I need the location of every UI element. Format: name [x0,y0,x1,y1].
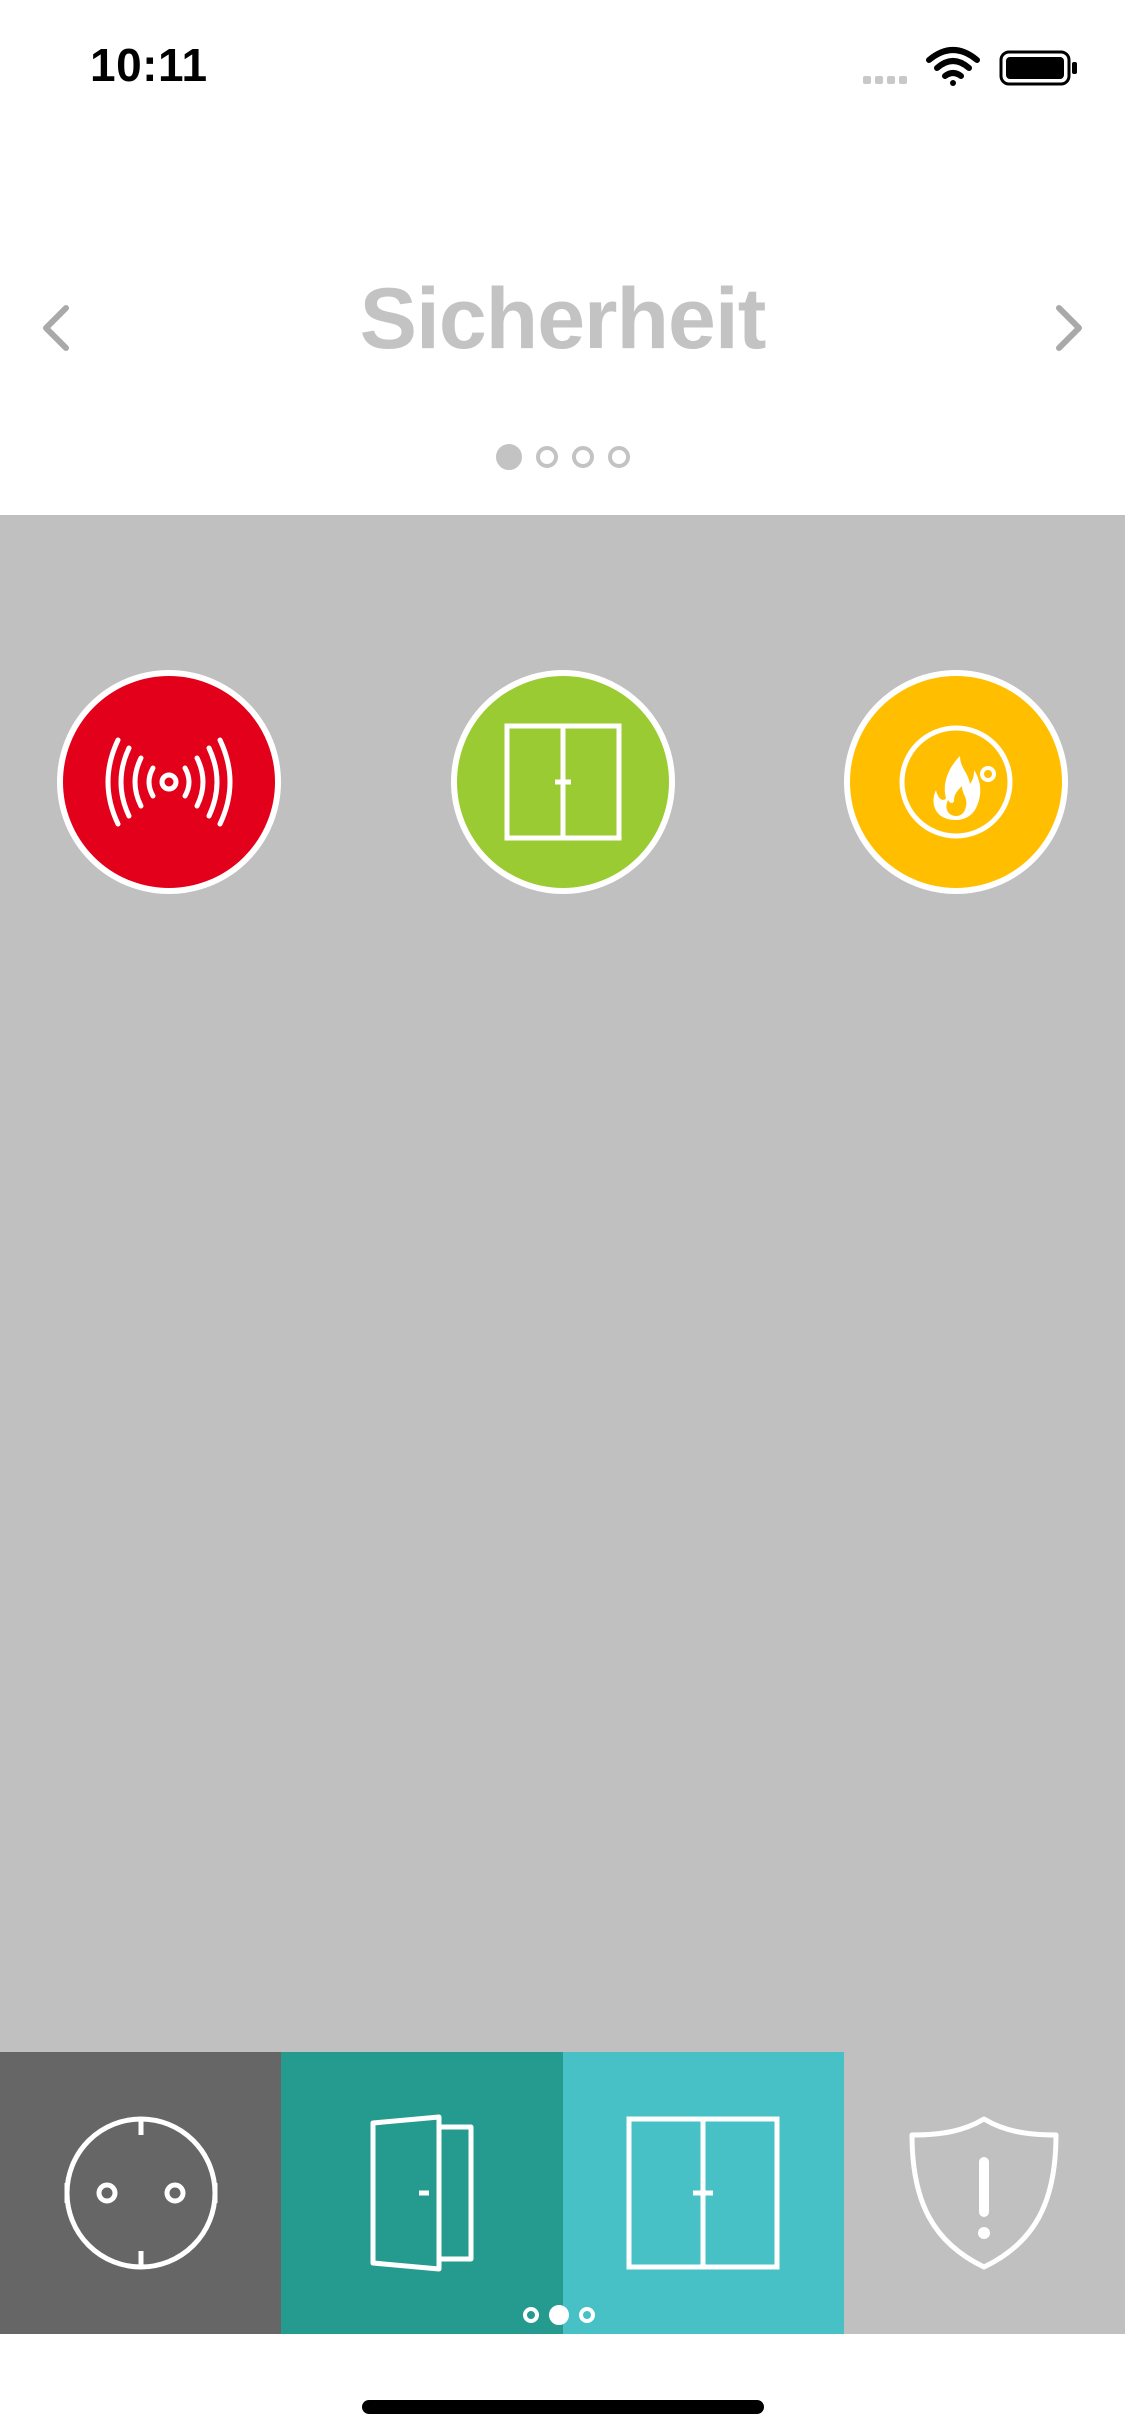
tab-door[interactable] [281,2052,563,2334]
window-device-button[interactable] [451,670,675,894]
page-title: Sicherheit [359,271,767,367]
smoke-detector-device-button[interactable] [844,670,1068,894]
power-outlet-icon [64,2116,218,2270]
bottom-pager-dot[interactable] [523,2307,539,2323]
status-time: 10:11 [90,39,208,91]
page-dot[interactable] [571,446,594,468]
alarm-device-button[interactable] [57,670,281,894]
window-icon [504,723,622,841]
bottom-tab-bar [0,2052,1125,2334]
tab-outlet[interactable] [0,2052,282,2334]
signal-icon [863,76,907,84]
wifi-icon [926,47,980,86]
page-dot[interactable] [535,446,558,468]
bottom-pager[interactable] [523,2305,595,2325]
page-dot[interactable] [607,446,630,468]
status-bar: 10:11 [0,0,1125,140]
header: Sicherheit [0,140,1125,515]
home-indicator[interactable] [362,2400,764,2414]
bottom-pager-dot[interactable] [549,2305,569,2325]
chevron-right-icon [1056,305,1082,351]
page-dot[interactable] [495,444,522,470]
battery-icon [999,50,1077,86]
smoke-detector-icon [899,725,1013,839]
device-grid [0,515,1125,2052]
tab-security[interactable] [843,2052,1125,2334]
status-icons [863,46,1083,90]
door-icon [370,2114,474,2272]
alarm-signal-icon [105,737,233,827]
shield-alert-icon [909,2116,1059,2270]
bottom-pager-dot[interactable] [579,2307,595,2323]
page-indicator[interactable] [0,444,1125,470]
next-button[interactable] [1037,288,1097,368]
window-icon [626,2116,780,2270]
tab-window[interactable] [562,2052,844,2334]
